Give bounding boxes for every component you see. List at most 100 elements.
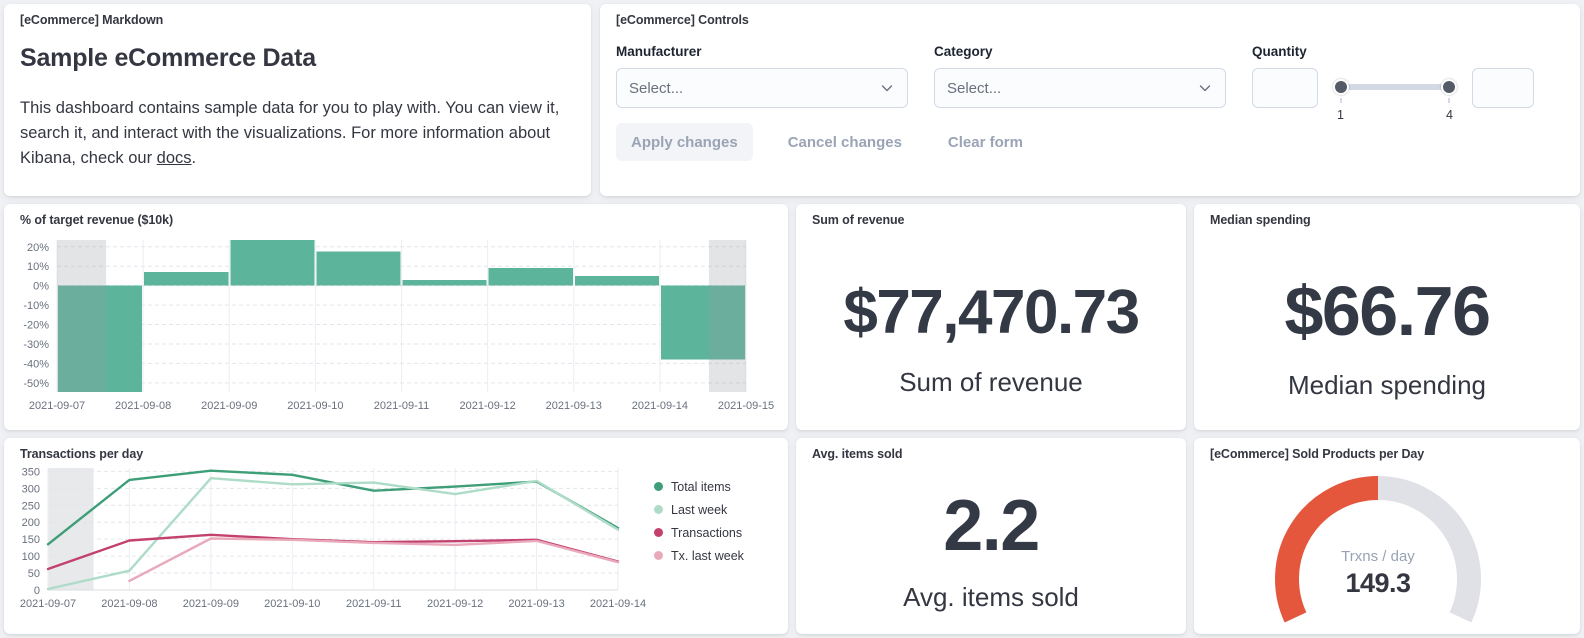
sum-revenue-value: $77,470.73: [796, 282, 1186, 344]
x-axis-tick-label: 2021-09-13: [508, 598, 564, 610]
quantity-range-slider: 1 4: [1336, 68, 1454, 128]
chevron-down-icon: [879, 80, 895, 96]
x-axis-tick-label: 2021-09-12: [427, 598, 483, 610]
chart-legend: Total items Last week Transactions Tx. last…: [654, 475, 744, 567]
bar[interactable]: [489, 268, 573, 285]
slider-max-label: 4: [1446, 108, 1453, 122]
controls-row: Manufacturer Select... Category Select..…: [616, 44, 1564, 128]
markdown-body-text: This dashboard contains sample data for …: [20, 99, 559, 167]
cancel-changes-button[interactable]: Cancel changes: [788, 134, 902, 151]
markdown-panel: [eCommerce] Markdown Sample eCommerce Da…: [4, 4, 591, 196]
avg-items-value: 2.2: [796, 490, 1186, 562]
x-axis-tick-label: 2021-09-08: [101, 598, 157, 610]
legend-label: Last week: [671, 503, 727, 517]
x-axis-tick-label: 2021-09-10: [287, 400, 343, 412]
quantity-min-input[interactable]: [1252, 68, 1318, 108]
bar[interactable]: [230, 240, 314, 286]
legend-label: Total items: [671, 480, 731, 494]
x-axis-tick-label: 2021-09-09: [183, 598, 239, 610]
markdown-body-suffix: .: [192, 149, 197, 167]
y-axis-tick-label: -40%: [23, 358, 49, 370]
x-axis-tick-label: 2021-09-08: [115, 400, 171, 412]
panel-title-sum-revenue: Sum of revenue: [812, 213, 904, 227]
legend-label: Transactions: [671, 526, 742, 540]
y-axis-tick-label: 100: [22, 551, 40, 563]
y-axis-tick-label: 200: [22, 517, 40, 529]
panel-title-controls: [eCommerce] Controls: [616, 13, 749, 27]
category-select[interactable]: Select...: [934, 68, 1226, 108]
y-axis-tick-label: 20%: [27, 242, 49, 254]
x-axis-tick-label: 2021-09-11: [374, 400, 429, 412]
sum-revenue-panel: Sum of revenue $77,470.73 Sum of revenue: [796, 204, 1186, 430]
quantity-label: Quantity: [1252, 44, 1534, 59]
x-axis-tick-label: 2021-09-11: [346, 598, 401, 610]
manufacturer-select[interactable]: Select...: [616, 68, 908, 108]
bar[interactable]: [316, 252, 400, 286]
quantity-max-input[interactable]: [1472, 68, 1534, 108]
legend-dot-icon: [654, 551, 663, 560]
transactions-panel: Transactions per day 0501001502002503003…: [4, 438, 788, 634]
y-axis-tick-label: -10%: [23, 300, 49, 312]
legend-item[interactable]: Total items: [654, 475, 744, 498]
y-axis-tick-label: 10%: [27, 261, 49, 273]
legend-item[interactable]: Last week: [654, 498, 744, 521]
markdown-body: This dashboard contains sample data for …: [20, 96, 572, 171]
y-axis-tick-label: 0: [34, 585, 40, 597]
clear-form-button[interactable]: Clear form: [948, 134, 1023, 151]
slider-handle-min[interactable]: [1333, 79, 1349, 95]
apply-changes-button[interactable]: Apply changes: [616, 123, 753, 161]
docs-link[interactable]: docs: [157, 149, 192, 167]
y-axis-tick-label: -50%: [23, 378, 49, 390]
bar[interactable]: [144, 272, 228, 286]
y-axis-tick-label: -20%: [23, 320, 49, 332]
bar[interactable]: [403, 280, 487, 286]
gauge-text: Trxns / day 149.3: [1278, 548, 1478, 599]
slider-handle-max[interactable]: [1441, 79, 1457, 95]
slider-track[interactable]: [1336, 84, 1454, 90]
avg-items-label: Avg. items sold: [796, 582, 1186, 613]
x-axis-tick-label: 2021-09-09: [201, 400, 257, 412]
markdown-heading: Sample eCommerce Data: [20, 44, 316, 73]
category-group: Category Select...: [934, 44, 1226, 128]
partial-time-band: [709, 240, 746, 392]
legend-dot-icon: [654, 482, 663, 491]
series-line[interactable]: [48, 478, 618, 589]
chevron-down-icon: [1197, 80, 1213, 96]
x-axis-tick-label: 2021-09-10: [264, 598, 320, 610]
controls-panel: [eCommerce] Controls Manufacturer Select…: [600, 4, 1580, 196]
target-revenue-panel: % of target revenue ($10k) 20%10%0%-10%-…: [4, 204, 788, 430]
legend-item[interactable]: Tx. last week: [654, 544, 744, 567]
x-axis-tick-label: 2021-09-14: [632, 400, 688, 412]
bar[interactable]: [575, 276, 659, 286]
y-axis-tick-label: 300: [22, 483, 40, 495]
median-spending-value: $66.76: [1194, 276, 1580, 346]
x-axis-tick-label: 2021-09-12: [459, 400, 515, 412]
x-axis-tick-label: 2021-09-13: [546, 400, 602, 412]
sum-revenue-label: Sum of revenue: [796, 367, 1186, 398]
median-spending-label: Median spending: [1194, 370, 1580, 401]
manufacturer-label: Manufacturer: [616, 44, 908, 59]
legend-dot-icon: [654, 528, 663, 537]
x-axis-tick-label: 2021-09-15: [718, 400, 774, 412]
controls-buttons: Apply changes Cancel changes Clear form: [616, 123, 1023, 161]
manufacturer-group: Manufacturer Select...: [616, 44, 908, 128]
x-axis-tick-label: 2021-09-14: [590, 598, 646, 610]
x-axis-tick-label: 2021-09-07: [20, 598, 76, 610]
target-revenue-bar-chart[interactable]: 20%10%0%-10%-20%-30%-40%-50%2021-09-0720…: [4, 204, 788, 430]
y-axis-tick-label: -30%: [23, 339, 49, 351]
slider-min-label: 1: [1337, 108, 1344, 122]
quantity-row: 1 4: [1252, 68, 1534, 128]
gauge-metric-label: Trxns / day: [1278, 548, 1478, 565]
y-axis-tick-label: 250: [22, 500, 40, 512]
y-axis-tick-label: 50: [28, 568, 40, 580]
partial-time-band: [57, 240, 106, 392]
legend-item[interactable]: Transactions: [654, 521, 744, 544]
sold-products-gauge[interactable]: [1194, 438, 1580, 634]
avg-items-panel: Avg. items sold 2.2 Avg. items sold: [796, 438, 1186, 634]
manufacturer-placeholder: Select...: [629, 80, 683, 97]
sold-products-gauge-panel: [eCommerce] Sold Products per Day Trxns …: [1194, 438, 1580, 634]
category-label: Category: [934, 44, 1226, 59]
y-axis-tick-label: 0%: [33, 281, 49, 293]
panel-title-markdown: [eCommerce] Markdown: [20, 13, 163, 27]
partial-time-band: [48, 468, 94, 590]
